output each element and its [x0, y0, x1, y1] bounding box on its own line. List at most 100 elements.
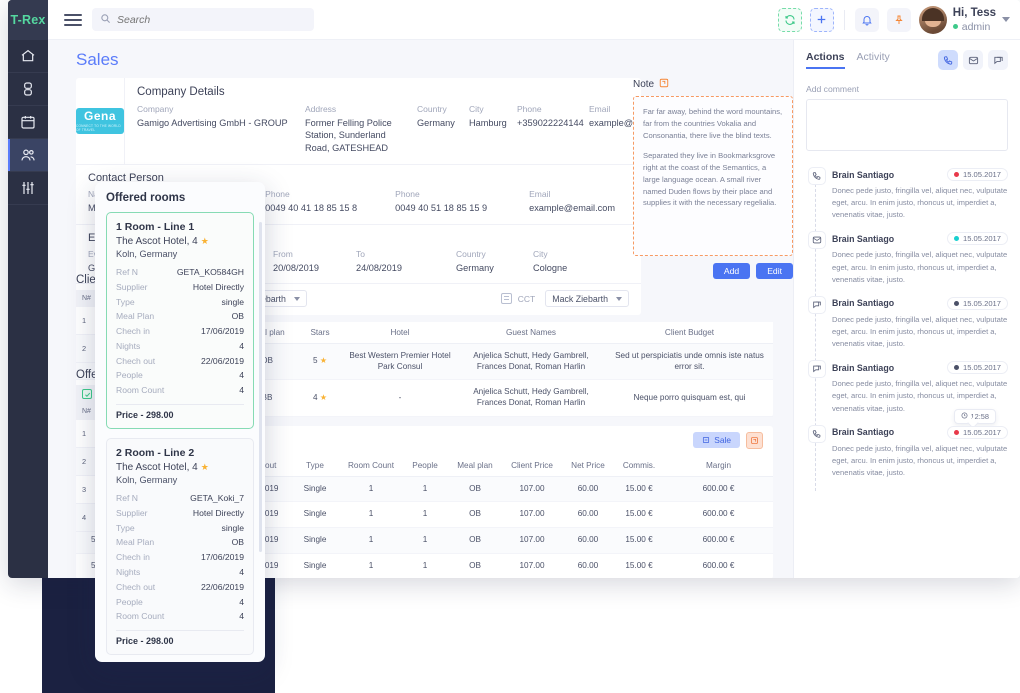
field-label: Country — [456, 248, 486, 259]
comment-author: Brain Santiago — [832, 233, 895, 244]
room-card-location: Koln, Germany — [116, 475, 178, 486]
col-commission[interactable]: Commis. — [614, 454, 664, 477]
cell-type: Single — [290, 553, 340, 578]
chevron-down-icon[interactable] — [1002, 17, 1010, 22]
comment-text: Donec pede justo, fringilla vel, aliquet… — [832, 186, 1008, 220]
filter-phone-button[interactable] — [938, 50, 958, 70]
cell-net-price: 60.00 — [562, 501, 614, 529]
avatar — [918, 5, 947, 34]
room-card-title: 2 Room - Line 2 — [116, 447, 195, 460]
status-dot — [953, 300, 959, 306]
tag-button[interactable] — [746, 431, 763, 449]
note-box[interactable]: Far far away, behind the word mountains,… — [633, 96, 793, 256]
note-heading-label: Note — [633, 79, 655, 90]
col-people[interactable]: People — [402, 454, 448, 477]
room-card-row: Ref N GETA_Koki_7 — [116, 491, 244, 506]
company-details-heading: Company Details — [137, 86, 225, 98]
row-key: Chech out — [116, 581, 156, 592]
filter-chat-button[interactable] — [988, 50, 1008, 70]
tab-activity[interactable]: Activity — [857, 51, 890, 69]
col-client-budget[interactable]: Client Budget — [606, 322, 773, 345]
field-label: Address — [305, 104, 337, 114]
list-item[interactable]: Brain Santiago 15.05.2017 Donec pede jus… — [808, 360, 1008, 424]
row-key: Type — [116, 522, 135, 533]
cell-margin: 600.00 € — [664, 501, 773, 529]
phone-icon — [808, 167, 826, 185]
row-key: Room Count — [116, 385, 165, 396]
note-paragraph: Far far away, behind the word mountains,… — [643, 107, 783, 140]
add-button[interactable] — [809, 7, 834, 32]
row-value: 22/06/2019 — [200, 581, 244, 592]
room-card-price: Price - 298.00 — [116, 410, 174, 421]
note-add-button[interactable]: Add — [712, 263, 751, 279]
room-card-row: People 4 — [116, 368, 244, 383]
room-card[interactable]: 2 Room - Line 2 The Ascot Hotel, 4 ★ Kol… — [106, 438, 254, 656]
list-item[interactable]: Brain Santiago 15.05.2017 Donec pede jus… — [808, 295, 1008, 350]
sidebar-item-settings[interactable] — [8, 172, 48, 205]
filter-mail-button[interactable] — [963, 50, 983, 70]
col-type[interactable]: Type — [290, 454, 340, 477]
cell-margin: 600.00 € — [664, 527, 773, 554]
add-comment-input[interactable] — [806, 99, 1008, 151]
sidebar-item-home[interactable] — [8, 40, 48, 73]
field-value: 20/08/2019 — [273, 262, 319, 273]
field-company: Company Gamigo Advertising GmbH - GROUP — [137, 104, 305, 154]
field-label: Country — [417, 104, 447, 114]
list-item[interactable]: Brain Santiago 15.05.2017 Donec pede jus… — [808, 167, 1008, 221]
page-title: Sales — [76, 50, 119, 69]
cct-dropdown[interactable]: Mack Ziebarth — [545, 290, 629, 308]
col-stars[interactable]: Stars — [296, 322, 344, 345]
room-card-row: Chech in 17/06/2019 — [116, 324, 244, 339]
col-room-count[interactable]: Room Count — [340, 454, 402, 477]
refresh-button[interactable] — [777, 7, 802, 32]
cell-net-price: 60.00 — [562, 476, 614, 503]
comment-header: Brain Santiago 15.05.2017 — [832, 296, 1008, 310]
field-value: Germany — [417, 118, 455, 128]
cell-client-price: 107.00 — [502, 527, 562, 554]
add-comment-label: Add comment — [806, 84, 860, 94]
note-heading: Note — [633, 78, 793, 91]
sidebar-item-clients[interactable] — [8, 139, 48, 172]
tab-actions[interactable]: Actions — [806, 51, 845, 69]
room-card[interactable]: 1 Room - Line 1 The Ascot Hotel, 4 ★ Kol… — [106, 212, 254, 430]
sale-button[interactable]: Sale — [693, 432, 740, 449]
col-net-price[interactable]: Net Price — [562, 454, 614, 477]
user-menu[interactable]: Hi, Tess admin — [918, 5, 1010, 34]
col-hotel[interactable]: Hotel — [344, 322, 456, 345]
sidebar-item-reports[interactable] — [8, 73, 48, 106]
brand-logo[interactable]: T-Rex — [8, 0, 48, 40]
tooltip-time-label: 12:58 — [970, 411, 990, 421]
sidebar-item-calendar[interactable] — [8, 106, 48, 139]
search-box[interactable] — [92, 8, 314, 31]
note-edit-button[interactable]: Edit — [756, 263, 793, 279]
pin-button[interactable] — [886, 7, 911, 32]
comment-author: Brain Santiago — [832, 169, 895, 180]
cell-people: 1 — [402, 501, 448, 529]
star-icon: ★ — [200, 236, 209, 246]
checkbox-checked-icon[interactable] — [82, 389, 92, 399]
company-logo-subtext: CONNECT TO THE WORLD OF TRAVEL — [76, 124, 121, 133]
cell-commission: 15.00 € — [614, 476, 664, 503]
star-icon: ★ — [319, 356, 327, 366]
note-panel: Note Far far away, behind the word mount… — [633, 78, 793, 279]
comments-timeline: Brain Santiago 15.05.2017 Donec pede jus… — [806, 167, 1008, 492]
popup-scrollbar[interactable] — [259, 222, 262, 552]
room-card-row: Chech out 22/06/2019 — [116, 580, 244, 595]
room-card-row: Room Count 4 — [116, 383, 244, 398]
list-item[interactable]: Brain Santiago 15.05.2017 Donec pede jus… — [808, 231, 1008, 285]
col-meal-plan[interactable]: Meal plan — [448, 454, 502, 477]
col-guest-names[interactable]: Guest Names — [456, 322, 606, 345]
cell-net-price: 60.00 — [562, 553, 614, 578]
notifications-button[interactable] — [854, 7, 879, 32]
offered-rooms-popup: Offered rooms 1 Room - Line 1 The Ascot … — [95, 182, 265, 662]
search-input[interactable] — [117, 13, 306, 26]
field-phone: Phone +359022224144 — [517, 104, 589, 154]
hamburger-menu-icon[interactable] — [64, 11, 82, 29]
field-label: Phone — [395, 189, 420, 200]
room-card-row: Nights 4 — [116, 339, 244, 354]
col-margin[interactable]: Margin — [664, 454, 773, 477]
right-panel: Actions Activity Add comment Brain Santi… — [793, 40, 1020, 578]
list-item[interactable]: Brain Santiago 15.05.2017 Donec pede jus… — [808, 424, 1008, 479]
col-client-price[interactable]: Client Price — [502, 454, 562, 477]
row-value: 4 — [239, 596, 244, 607]
